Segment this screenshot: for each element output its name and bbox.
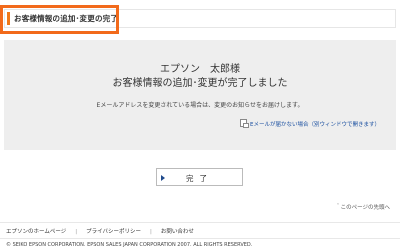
copyright-text: © SEIKO EPSON CORPORATION. EPSON SALES J…	[6, 242, 253, 248]
footer-link-contact[interactable]: お問い合わせ	[161, 229, 194, 235]
done-button[interactable]: 完了	[156, 168, 243, 186]
footer-nav: エプソンのホームページ | プライバシーポリシー | お問い合わせ	[6, 227, 194, 235]
completion-message: お客様情報の追加･変更が完了しました	[112, 78, 288, 89]
new-window-icon	[240, 119, 249, 128]
footer-divider-top	[0, 222, 400, 223]
email-not-received-label: Eメールが届かない場合（別ウィンドウで開きます）	[250, 122, 380, 128]
footer-separator: |	[150, 229, 152, 235]
page-top-link[interactable]: ＾このページの先頭へ	[335, 203, 390, 211]
footer-divider-bottom	[0, 238, 400, 239]
completion-panel: エプソン 太郎様 お客様情報の追加･変更が完了しました Eメールアドレスを変更さ…	[4, 40, 396, 150]
done-button-label: 完了	[186, 174, 213, 183]
footer-link-epson-home[interactable]: エプソンのホームページ	[6, 229, 66, 235]
email-not-received-link[interactable]: Eメールが届かない場合（別ウィンドウで開きます）	[240, 119, 380, 128]
title-highlight-box	[0, 5, 119, 34]
footer-separator: |	[75, 229, 78, 235]
email-change-notice: Eメールアドレスを変更されている場合は、変更のお知らせをお届けします。	[96, 102, 304, 109]
customer-name: エプソン 太郎様	[160, 64, 240, 75]
footer-link-privacy-policy[interactable]: プライバシーポリシー	[86, 229, 141, 235]
